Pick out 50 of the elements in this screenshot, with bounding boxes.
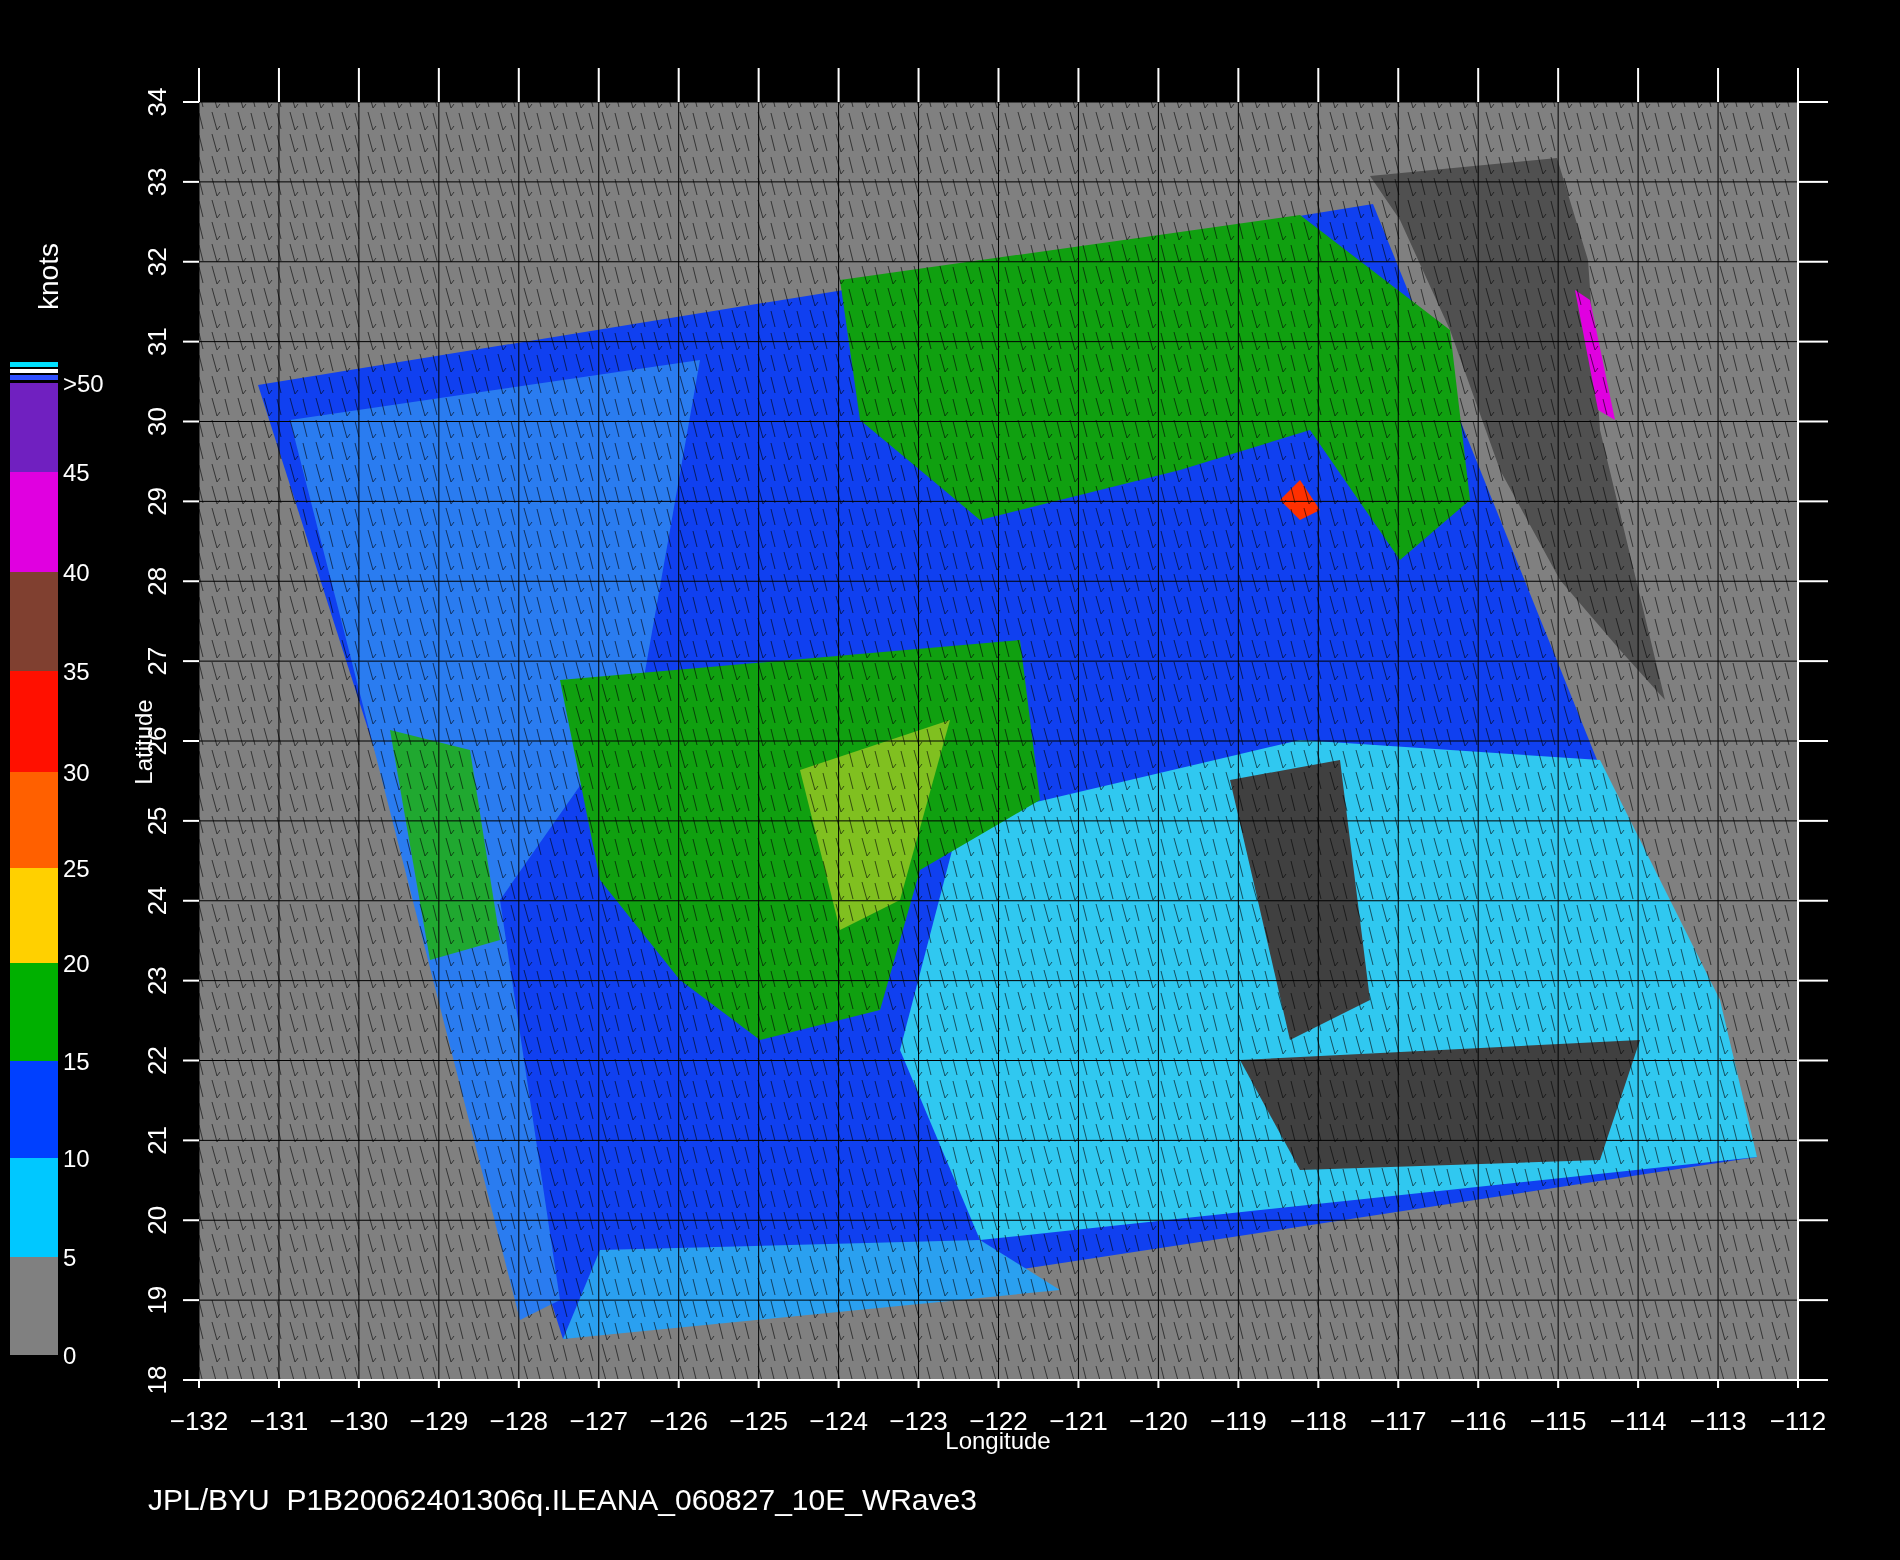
x-tick-label: −125 bbox=[729, 1406, 788, 1436]
y-tick-label: 29 bbox=[142, 486, 172, 516]
y-tick-label: 32 bbox=[142, 247, 172, 277]
colorbar-title: knots bbox=[33, 243, 64, 310]
colorbar-label: 30 bbox=[63, 759, 90, 786]
x-tick-label: −123 bbox=[889, 1406, 948, 1436]
y-tick-label: 18 bbox=[142, 1365, 172, 1395]
x-tick-label: −114 bbox=[1609, 1406, 1667, 1436]
x-tick-label: −112 bbox=[1769, 1406, 1827, 1436]
colorbar-label: 45 bbox=[63, 459, 90, 486]
x-tick-label: −121 bbox=[1049, 1406, 1108, 1436]
x-tick-label: −116 bbox=[1449, 1406, 1507, 1436]
x-tick-label: −124 bbox=[809, 1406, 868, 1436]
y-tick-label: 20 bbox=[142, 1205, 172, 1235]
y-tick-label: 23 bbox=[142, 966, 172, 996]
y-tick-label: 21 bbox=[142, 1125, 172, 1155]
x-tick-label: −131 bbox=[249, 1406, 309, 1436]
colorbar-label: 20 bbox=[63, 950, 90, 977]
y-tick-label: 22 bbox=[142, 1046, 172, 1075]
colorbar-label: 0 bbox=[63, 1342, 77, 1369]
x-tick-label: −127 bbox=[569, 1406, 629, 1436]
colorbar-label: 40 bbox=[63, 559, 90, 586]
colorbar-label: >50 bbox=[63, 370, 104, 397]
colorbar-label: 5 bbox=[63, 1244, 77, 1271]
colorbar-label: 15 bbox=[63, 1048, 90, 1075]
y-tick-label: 33 bbox=[142, 167, 172, 197]
x-tick-label: −118 bbox=[1290, 1406, 1347, 1436]
x-tick-label: −132 bbox=[169, 1406, 229, 1436]
y-tick-label: 25 bbox=[142, 806, 172, 836]
x-tick-label: −115 bbox=[1529, 1406, 1587, 1436]
colorbar-label: 25 bbox=[63, 855, 90, 882]
y-tick-label: 27 bbox=[142, 646, 172, 676]
y-tick-label: 30 bbox=[142, 407, 172, 436]
colorbar-label: 10 bbox=[63, 1145, 90, 1172]
y-tick-label: 28 bbox=[142, 566, 172, 596]
x-tick-label: −120 bbox=[1129, 1406, 1188, 1436]
x-tick-label: −119 bbox=[1210, 1406, 1267, 1436]
x-tick-label: −126 bbox=[649, 1406, 708, 1436]
y-tick-label: 34 bbox=[142, 87, 172, 117]
colorbar-cap-drawing bbox=[10, 362, 58, 380]
x-tick-label: −128 bbox=[489, 1406, 549, 1436]
footer-caption: JPL/BYU P1B20062401306q.ILEANA_060827_10E_WRave3 bbox=[148, 1483, 977, 1516]
y-tick-label: 31 bbox=[142, 327, 172, 357]
y-tick-label: 19 bbox=[142, 1285, 172, 1315]
x-tick-label: −130 bbox=[329, 1406, 389, 1436]
colorbar-label: 35 bbox=[63, 658, 90, 685]
x-tick-label: −129 bbox=[409, 1406, 469, 1436]
y-tick-label: 24 bbox=[142, 886, 172, 916]
x-tick-label: −117 bbox=[1369, 1406, 1427, 1436]
x-tick-label: −113 bbox=[1689, 1406, 1747, 1436]
